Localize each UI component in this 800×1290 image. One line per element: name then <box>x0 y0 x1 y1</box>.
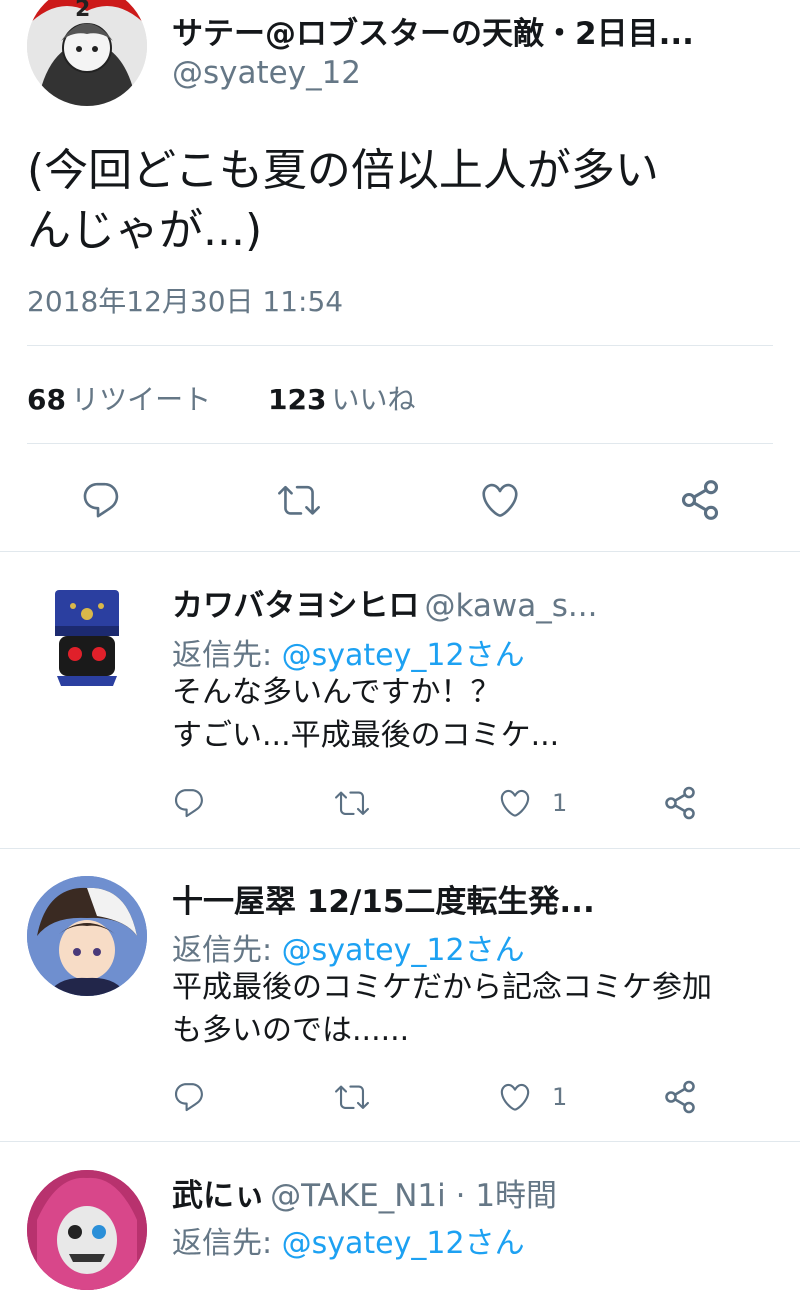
reply-icon <box>172 786 206 820</box>
like-label: いいね <box>331 383 416 416</box>
heart-icon <box>479 479 521 521</box>
heart-icon <box>498 1080 532 1114</box>
retweet-icon <box>333 1080 371 1114</box>
reply-handle[interactable]: @TAKE_N1i · 1時間 <box>270 1178 557 1214</box>
main-tweet-display-name[interactable]: サテー@ロブスターの天敵・2日目... <box>172 8 694 53</box>
share-button[interactable] <box>662 785 698 821</box>
reply-text-line1: 平成最後のコミケだから記念コミケ参加 <box>172 970 712 1005</box>
retweet-stat[interactable]: 68 リツイート <box>27 378 211 418</box>
share-icon <box>662 1079 698 1115</box>
share-icon <box>678 478 722 522</box>
like-stat[interactable]: 123 いいね <box>268 378 416 418</box>
reply-to-prefix: 返信先: <box>172 1226 273 1261</box>
like-button[interactable] <box>479 479 521 521</box>
retweet-count: 68 <box>27 383 66 416</box>
reply-to-mention[interactable]: @syatey_12さん <box>282 638 525 673</box>
reply-display-name[interactable]: カワバタヨシヒロ <box>172 588 419 624</box>
reply-display-name[interactable]: 十一屋翠 12/15二度転生発... <box>172 884 595 920</box>
heart-icon <box>498 786 532 820</box>
reply-text-line2: すごい...平成最後のコミケ... <box>172 718 560 753</box>
retweet-icon <box>333 786 371 820</box>
reply-button[interactable] <box>172 786 206 820</box>
reply-display-name[interactable]: 武にぃ <box>172 1178 265 1214</box>
like-button[interactable]: 1 <box>498 1080 567 1114</box>
divider <box>0 848 800 849</box>
reply-to-mention[interactable]: @syatey_12さん <box>282 1226 525 1261</box>
like-count: 123 <box>268 383 327 416</box>
main-tweet-avatar[interactable]: 2 <box>27 0 147 106</box>
reply-icon <box>80 479 122 521</box>
retweet-icon <box>276 479 322 521</box>
reply-icon <box>172 1080 206 1114</box>
divider <box>27 345 773 346</box>
retweet-button[interactable] <box>333 786 371 820</box>
reply-to-prefix: 返信先: <box>172 638 273 673</box>
reply-to-mention[interactable]: @syatey_12さん <box>282 933 525 968</box>
like-button[interactable]: 1 <box>498 786 567 820</box>
reply-button[interactable] <box>80 479 122 521</box>
share-button[interactable] <box>678 478 722 522</box>
retweet-button[interactable] <box>333 1080 371 1114</box>
main-tweet-timestamp[interactable]: 2018年12月30日 11:54 <box>27 280 343 320</box>
main-tweet-text-line1: (今回どこも夏の倍以上人が多い <box>27 145 659 196</box>
reply-header: 十一屋翠 12/15二度転生発... <box>172 876 595 921</box>
reply-header: カワバタヨシヒロ @kawa_s... <box>172 580 597 625</box>
reply-text-line2: も多いのでは...... <box>172 1013 410 1048</box>
reply-avatar[interactable] <box>27 1170 147 1290</box>
divider <box>0 1141 800 1142</box>
like-count: 1 <box>552 789 568 817</box>
main-tweet-handle[interactable]: @syatey_12 <box>172 55 361 91</box>
reply-to-line: 返信先: @syatey_12さん <box>172 630 525 674</box>
like-count: 1 <box>552 1083 568 1111</box>
share-button[interactable] <box>662 1079 698 1115</box>
main-tweet-text-line2: んじゃが...) <box>27 205 263 256</box>
reply-avatar[interactable] <box>27 876 147 996</box>
retweet-button[interactable] <box>276 479 322 521</box>
reply-to-line: 返信先: @syatey_12さん <box>172 925 525 969</box>
divider <box>0 551 800 552</box>
reply-header: 武にぃ @TAKE_N1i · 1時間 <box>172 1170 557 1215</box>
retweet-label: リツイート <box>71 383 212 416</box>
reply-to-prefix: 返信先: <box>172 933 273 968</box>
reply-handle[interactable]: @kawa_s... <box>424 588 597 624</box>
reply-to-line: 返信先: @syatey_12さん <box>172 1218 525 1262</box>
reply-button[interactable] <box>172 1080 206 1114</box>
share-icon <box>662 785 698 821</box>
divider <box>27 443 773 444</box>
reply-avatar[interactable] <box>27 576 147 696</box>
reply-text-line1: そんな多いんですか！？ <box>172 675 501 710</box>
svg-text:2: 2 <box>75 0 90 22</box>
